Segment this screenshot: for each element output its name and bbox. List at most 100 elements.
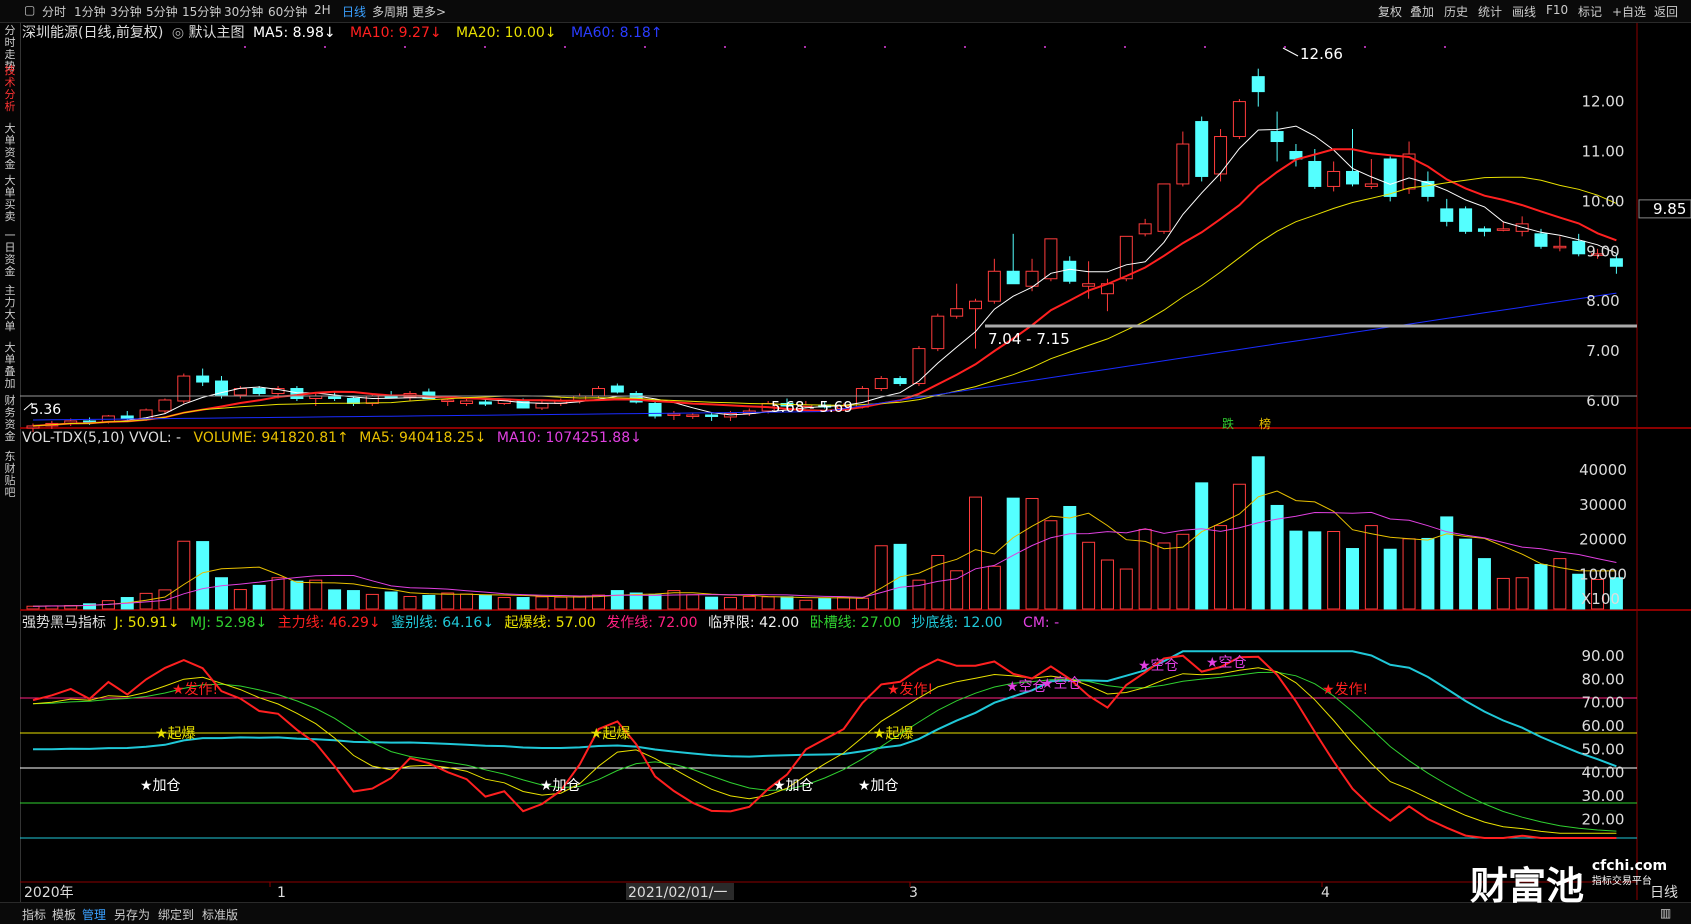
- price-tick-label: 7.00: [1586, 342, 1619, 360]
- signal-dot: [1364, 46, 1366, 48]
- volume-bar: [874, 545, 888, 610]
- volume-bar: [1515, 577, 1529, 610]
- volume-bar: [83, 603, 97, 610]
- price-axis: 12.00 11.00 10.00 9.00 8.00 7.00 6.00 9.85 40000…: [1579, 93, 1691, 828]
- volume-bar: [1063, 505, 1077, 610]
- indicator-tick-label: 50.00: [1582, 740, 1625, 758]
- bottom-tab-5[interactable]: 标准版: [202, 906, 238, 923]
- candle-body: [1364, 183, 1378, 187]
- candle-body: [1477, 228, 1491, 232]
- signal-jiacang: ★加仓: [540, 778, 581, 794]
- bottom-tab-2[interactable]: 管理: [82, 906, 106, 923]
- brand-watermark: 财富池 cfchi.com 指标交易平台: [1470, 855, 1667, 910]
- signal-dot: [1044, 46, 1046, 48]
- signal-dot: [964, 46, 966, 48]
- indicator-tick-label: 90.00: [1582, 647, 1625, 665]
- signal-dot: [324, 46, 326, 48]
- date-label: 2021/02/01/一: [628, 885, 727, 901]
- volume-bar: [1327, 531, 1341, 610]
- volume-bar: [252, 584, 266, 610]
- signal-dot: [244, 46, 246, 48]
- volume-bar: [1251, 456, 1265, 610]
- signal-dot: [404, 46, 406, 48]
- date-label: 3: [909, 885, 918, 901]
- candle-body: [969, 300, 982, 310]
- bottom-tab-4[interactable]: 绑定到: [158, 906, 194, 923]
- indicator-lines: [20, 650, 1637, 839]
- indicator-tick-label: 70.00: [1582, 694, 1625, 712]
- candle-body: [1195, 121, 1209, 177]
- candle-body: [874, 378, 888, 390]
- volume-bar: [1176, 533, 1190, 610]
- volume-bar: [742, 595, 756, 610]
- volume-bar: [1214, 525, 1228, 610]
- candle-body: [1496, 228, 1510, 231]
- candle-body: [1459, 208, 1473, 232]
- volume-bar: [384, 591, 398, 610]
- bottom-tab-0[interactable]: 指标: [22, 906, 46, 923]
- vol-ma10-line: [32, 511, 1617, 607]
- judge-line: [32, 650, 1617, 768]
- candle-body: [1119, 235, 1133, 280]
- bottom-tab-1[interactable]: 模板: [52, 906, 76, 923]
- candle-body: [177, 375, 191, 402]
- volume-bar: [648, 594, 662, 610]
- volume-bar: [818, 598, 832, 610]
- price-tick-label: 10.00: [1582, 192, 1625, 210]
- volume-bar: [403, 595, 417, 610]
- volume-bar: [1553, 558, 1567, 610]
- volume-bar: [309, 579, 323, 610]
- candle-body: [648, 402, 662, 417]
- price-tick-label: 12.00: [1582, 93, 1625, 111]
- indicator-tick-label: 60.00: [1582, 717, 1625, 735]
- candle-body: [667, 413, 681, 416]
- indicator-tick-label: 80.00: [1582, 670, 1625, 688]
- signal-dot: [1444, 46, 1446, 48]
- bottom-tab-3[interactable]: 另存为: [114, 906, 150, 923]
- vol-unit: X100: [1581, 590, 1620, 608]
- signal-jiacang: ★加仓: [858, 778, 899, 794]
- candle-body: [1572, 240, 1586, 255]
- volume-bar: [422, 594, 436, 610]
- volume-bar: [1421, 537, 1435, 610]
- volume-bar: [610, 590, 624, 610]
- volume-bar: [855, 597, 869, 610]
- volume-bar: [328, 589, 342, 610]
- vol-tick-label: 30000: [1579, 496, 1627, 514]
- volume-bars: [26, 456, 1623, 610]
- candle-body: [893, 378, 907, 385]
- volume-bar: [1082, 541, 1096, 610]
- candle-body: [1440, 208, 1454, 222]
- mj-line: [32, 671, 1617, 832]
- ma5-line: [32, 125, 1617, 427]
- kline-chart[interactable]: 12.00 11.00 10.00 9.00 8.00 7.00 6.00 9.85 40000…: [0, 0, 1691, 923]
- candle-body: [1383, 158, 1397, 197]
- ma10-line: [32, 148, 1617, 427]
- signal-dot: [724, 46, 726, 48]
- brand-site: cfchi.com: [1591, 858, 1668, 874]
- moving-averages: [32, 125, 1617, 427]
- volume-bar: [837, 596, 851, 610]
- volume-bar: [365, 593, 379, 610]
- volume-bar: [1477, 558, 1491, 610]
- date-label: 4: [1321, 885, 1330, 901]
- candle-body: [290, 388, 304, 400]
- low-label: 5.36: [30, 402, 61, 418]
- volume-bar: [1025, 497, 1039, 610]
- volume-bar: [1459, 538, 1473, 610]
- vol-tick-label: 10000: [1579, 565, 1627, 583]
- signal-dot: [564, 46, 566, 48]
- support-label: 7.04 - 7.15: [988, 330, 1070, 348]
- volume-bar: [1270, 504, 1284, 610]
- candle-body: [592, 388, 605, 397]
- volume-bar: [987, 565, 1001, 610]
- candle-body: [987, 270, 1001, 302]
- candlesticks: [26, 68, 1623, 432]
- candle-body: [478, 401, 492, 405]
- signal-dot: [804, 46, 806, 48]
- volume-bar: [686, 594, 700, 610]
- volume-bar: [441, 592, 455, 610]
- candle-body: [196, 375, 210, 383]
- signal-fazuo: ★发作!: [172, 682, 218, 698]
- candle-body: [460, 400, 474, 404]
